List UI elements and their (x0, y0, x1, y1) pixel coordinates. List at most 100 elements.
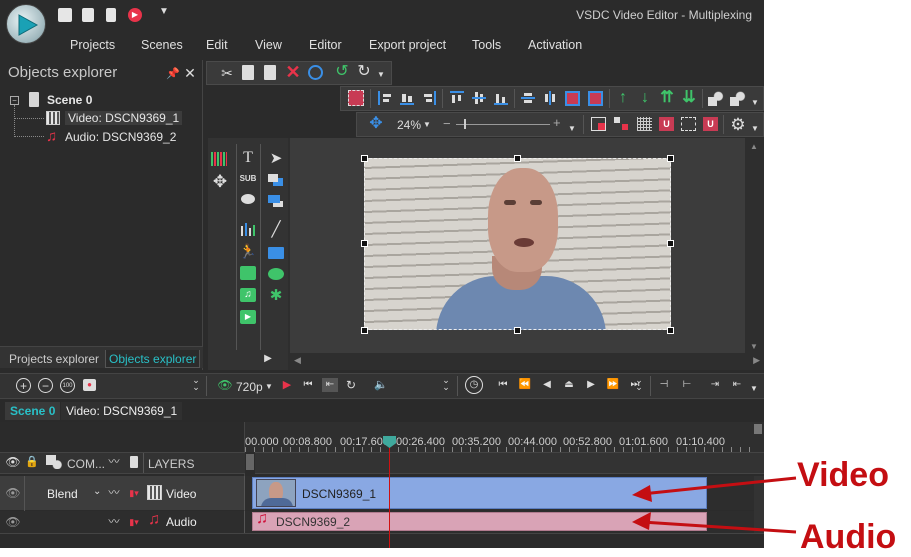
zoom-out-icon[interactable]: − (443, 116, 451, 131)
video-layer-name[interactable]: Video (166, 487, 196, 501)
navigation-options-icon[interactable]: ⌄ ⌄ (634, 376, 644, 392)
align-center-icon[interactable] (400, 91, 414, 105)
menu-projects[interactable]: Projects (70, 38, 115, 52)
fit-height-icon[interactable] (588, 91, 603, 106)
free-shape-tool-icon[interactable]: ✱ (268, 288, 284, 303)
new-project-icon[interactable] (58, 8, 72, 22)
tree-item-audio[interactable]: Audio: DSCN9369_2 (65, 130, 176, 144)
send-to-back-icon[interactable]: ⇊ (682, 89, 696, 107)
zoom-slider[interactable] (456, 124, 550, 125)
redo-dropdown-icon[interactable]: ▼ (376, 70, 386, 80)
play-icon[interactable]: ▶ (281, 378, 293, 392)
resolution-dropdown-icon[interactable]: ▼ (265, 382, 273, 391)
audio-layer-header[interactable] (0, 511, 245, 533)
rewind-icon[interactable]: ⏪ (518, 379, 532, 391)
menu-edit[interactable]: Edit (206, 38, 228, 52)
blend-mode-select[interactable]: Blend (47, 487, 78, 501)
resize-handle-tl[interactable] (361, 155, 368, 162)
previous-frame-icon[interactable]: ◀ (540, 379, 554, 391)
guides-icon[interactable]: U (703, 117, 718, 131)
tree-scene[interactable]: Scene 0 (47, 93, 92, 107)
timeline-tab-video[interactable]: Video: DSCN9369_1 (61, 402, 183, 420)
safe-area-icon[interactable] (681, 117, 696, 131)
undo-icon[interactable]: ↺ (334, 64, 350, 80)
menu-export-project[interactable]: Export project (369, 38, 446, 52)
snap-to-grid-icon[interactable] (614, 117, 629, 131)
resize-handle-br[interactable] (667, 327, 674, 334)
image-tool-icon[interactable] (240, 266, 256, 280)
align-top-icon[interactable] (450, 91, 464, 105)
resize-handle-l[interactable] (361, 240, 368, 247)
pin-icon[interactable]: 📌 (166, 68, 180, 80)
distribute-vertical-icon[interactable] (521, 91, 535, 105)
copy-icon[interactable] (242, 65, 254, 80)
playback-options-icon[interactable]: ⌄ ⌄ (441, 376, 451, 392)
repeat-icon[interactable]: ↻ (344, 378, 358, 392)
subtitle-tool-icon[interactable]: SUB (240, 173, 257, 185)
visibility-eye-icon[interactable]: 👁 (5, 456, 20, 468)
zoom-move-icon[interactable]: ✥ (368, 116, 384, 132)
snapshot-icon[interactable]: ● (83, 379, 96, 391)
add-layer-icon[interactable]: + (16, 378, 31, 393)
zoom-slider-thumb[interactable] (464, 119, 466, 129)
volume-icon[interactable]: 🔈 (374, 378, 388, 392)
video-layer-header[interactable] (0, 476, 245, 510)
snap-to-objects-icon[interactable] (591, 117, 606, 131)
scroll-right-icon[interactable]: ▶ (753, 355, 760, 366)
move-up-icon[interactable]: ↑ (616, 89, 630, 107)
distribute-horizontal-icon[interactable] (543, 91, 557, 105)
remove-layer-icon[interactable]: − (38, 378, 53, 393)
settings-dropdown-icon[interactable]: ▼ (751, 124, 759, 133)
audio-spectrum-icon[interactable] (211, 152, 227, 166)
timeline-tab-scene[interactable]: Scene 0 (5, 402, 61, 420)
group-icon[interactable] (708, 91, 724, 106)
menu-scenes[interactable]: Scenes (141, 38, 183, 52)
delete-icon[interactable]: ✕ (285, 63, 301, 81)
chart-tool-icon[interactable] (240, 222, 256, 236)
zoom-dropdown-icon[interactable]: ▼ (423, 120, 431, 129)
save-icon[interactable] (82, 8, 94, 22)
align-bottom-icon[interactable] (494, 91, 508, 105)
play-record-icon[interactable]: ▶ (128, 8, 142, 22)
menu-activation[interactable]: Activation (528, 38, 582, 52)
audio-waveform-icon[interactable]: 〰 (106, 516, 122, 528)
video-layer-visibility-icon[interactable]: 👁 (5, 487, 20, 499)
quick-access-dropdown-icon[interactable]: ▼ (158, 6, 170, 18)
tab-objects-explorer[interactable]: Objects explorer (105, 350, 201, 368)
clock-icon[interactable]: ◷ (465, 376, 483, 394)
menu-view[interactable]: View (255, 38, 282, 52)
text-tool-icon[interactable]: T (240, 150, 256, 166)
go-to-start-icon[interactable]: ⏮ (496, 379, 510, 391)
zoom-level[interactable]: 24% (397, 118, 421, 132)
timeline-start-marker[interactable] (246, 454, 254, 470)
next-frame-icon[interactable]: ▶ (584, 379, 598, 391)
resize-handle-b[interactable] (514, 327, 521, 334)
align-middle-icon[interactable] (472, 91, 486, 105)
stop-icon[interactable]: ⏏ (562, 379, 576, 391)
move-tool-icon[interactable]: ✥ (211, 172, 229, 190)
cut-icon[interactable]: ✂ (220, 65, 234, 81)
timeline-options-icon[interactable]: ⌄ ⌄ (191, 376, 201, 392)
resolution-select[interactable]: 720p (236, 380, 263, 394)
close-icon[interactable]: ✕ (184, 66, 196, 80)
audio-tool-icon[interactable]: ♫ (240, 288, 256, 302)
move-down-icon[interactable]: ↓ (638, 89, 652, 107)
canvas-horizontal-scrollbar[interactable]: ◀ ▶ (290, 353, 764, 370)
callout-tool-icon[interactable] (241, 194, 255, 204)
audio-layer-name[interactable]: Audio (166, 515, 197, 529)
menu-editor[interactable]: Editor (309, 38, 342, 52)
device-icon[interactable] (106, 8, 116, 22)
tab-projects-explorer[interactable]: Projects explorer (6, 350, 102, 368)
fast-forward-icon[interactable]: ⏩ (606, 379, 620, 391)
bring-to-front-icon[interactable]: ⇈ (660, 89, 674, 107)
align-left-icon[interactable] (378, 91, 392, 105)
preview-eye-icon[interactable]: 👁 (217, 378, 232, 392)
collapse-toggle-icon[interactable]: − (10, 96, 19, 105)
lock-icon[interactable]: 🔒 (25, 455, 39, 469)
animation-tool-icon[interactable]: 🏃 (239, 243, 256, 259)
waveform-icon[interactable]: 〰 (106, 456, 122, 468)
line-tool-icon[interactable]: ╱ (268, 222, 284, 237)
select-all-icon[interactable] (308, 65, 323, 80)
tree-item-video[interactable]: Video: DSCN9369_1 (65, 111, 183, 125)
split-start-icon[interactable]: ⊣ (657, 379, 671, 391)
